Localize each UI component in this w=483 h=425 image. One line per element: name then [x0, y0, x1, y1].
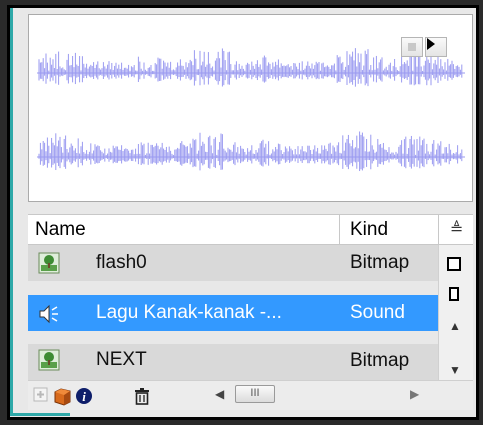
item-name: Lagu Kanak-kanak -...	[96, 302, 282, 323]
item-name: flash0	[96, 252, 147, 273]
scroll-down-icon[interactable]: ▼	[449, 363, 461, 377]
library-item-next[interactable]: NEXT Bitmap	[28, 344, 438, 380]
play-icon	[427, 38, 435, 50]
scroll-left-icon[interactable]: ◀	[215, 387, 224, 401]
bitmap-icon	[38, 349, 60, 371]
new-symbol-icon	[33, 387, 48, 402]
narrow-view-button[interactable]	[449, 287, 459, 301]
sound-icon	[39, 304, 58, 324]
item-kind: Bitmap	[350, 252, 410, 273]
sort-order-icon[interactable]: ≜	[450, 219, 463, 239]
item-kind: Bitmap	[350, 350, 410, 371]
column-divider	[438, 215, 439, 245]
stop-button[interactable]	[401, 37, 423, 57]
item-kind: Sound	[350, 302, 405, 323]
panel-accent-bottom	[10, 413, 70, 416]
column-name-header[interactable]: Name	[35, 219, 86, 241]
panel-accent-left	[10, 8, 13, 416]
library-item-flash0[interactable]: flash0 Bitmap	[28, 245, 438, 281]
trash-icon	[135, 388, 149, 405]
wide-view-button[interactable]	[447, 257, 461, 271]
bitmap-icon	[38, 252, 60, 274]
scroll-right-icon[interactable]: ▶	[410, 387, 419, 401]
horizontal-scroll-thumb[interactable]: III	[235, 385, 275, 403]
properties-button[interactable]: i	[74, 386, 94, 406]
vertical-scrollbar[interactable]: ▲ ▼	[438, 245, 473, 380]
sound-preview	[28, 14, 473, 202]
scroll-up-icon[interactable]: ▲	[449, 319, 461, 333]
new-symbol-button[interactable]	[32, 386, 52, 406]
library-item-lagu-kanak-kanak[interactable]: Lagu Kanak-kanak -... Sound	[28, 295, 438, 331]
info-icon: i	[76, 388, 92, 404]
library-toolbar: i ◀ III ▶	[28, 380, 473, 410]
new-folder-button[interactable]	[53, 386, 73, 406]
library-header: Name Kind ≜	[28, 214, 473, 245]
item-name: NEXT	[96, 349, 147, 370]
waveform-channel	[37, 131, 465, 172]
play-button[interactable]	[425, 37, 447, 57]
delete-button[interactable]	[132, 386, 152, 406]
svg-text:i: i	[82, 389, 86, 404]
column-kind-header[interactable]: Kind	[350, 219, 388, 241]
column-divider[interactable]	[339, 215, 340, 245]
stop-icon	[408, 43, 416, 51]
new-folder-icon	[54, 388, 71, 406]
